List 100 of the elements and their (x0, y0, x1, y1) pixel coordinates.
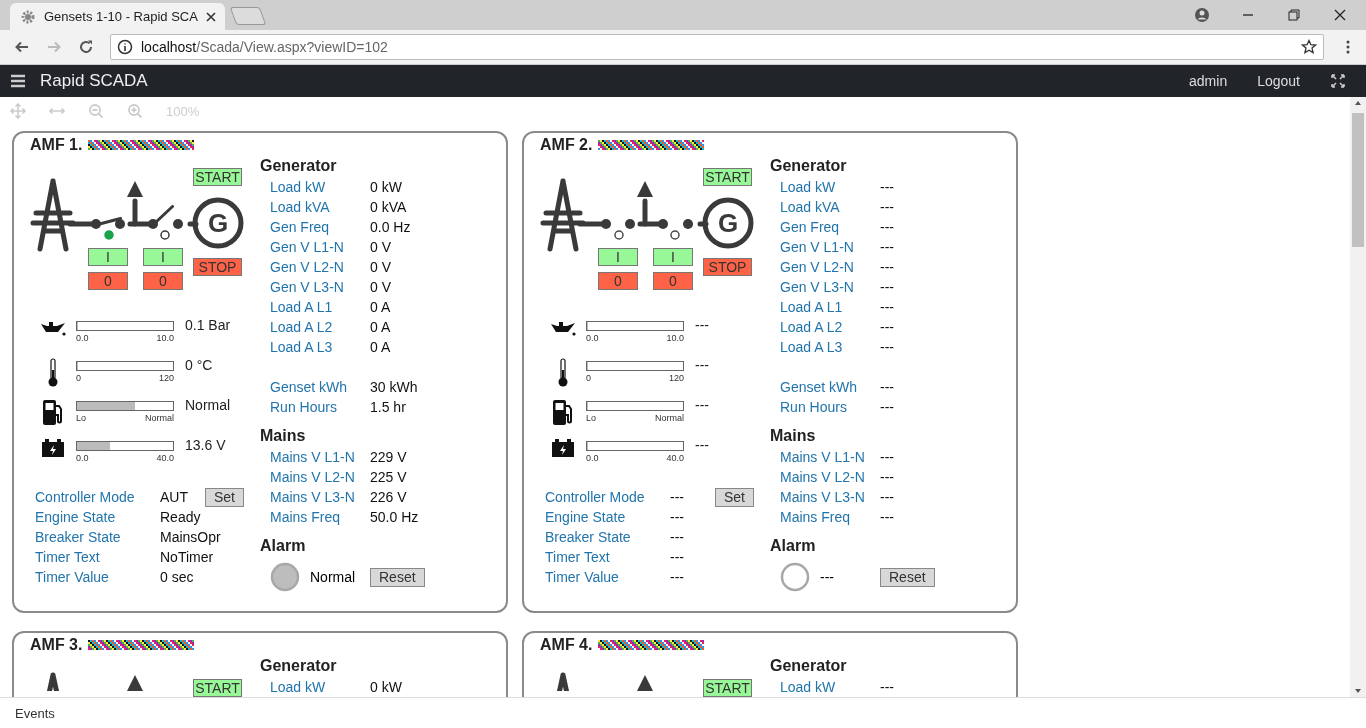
parameter-label: Load kVA (269, 199, 331, 215)
close-icon[interactable] (205, 11, 216, 22)
logout-link[interactable]: Logout (1257, 73, 1300, 89)
parameter-value: 0 kW (370, 179, 402, 195)
stop-button[interactable]: STOP (193, 258, 242, 276)
open-breaker-button[interactable]: 0 (88, 272, 128, 290)
scale-max: 10.0 (666, 333, 684, 343)
field-value: --- (670, 509, 685, 525)
section-heading: Alarm (260, 536, 307, 556)
parameter-value: 0 V (370, 239, 391, 255)
set-button[interactable]: Set (715, 487, 754, 507)
parameter-label: Load kW (779, 179, 837, 195)
scale-max: 10.0 (156, 333, 174, 343)
card-title: AMF 2. (540, 136, 593, 154)
parameter-label: Mains V L2-N (779, 469, 866, 485)
gauge-reading: 0 °C (185, 357, 213, 373)
scale-min: 0 (76, 373, 81, 383)
generator-symbol: G (208, 208, 228, 238)
parameter-label: Load A L1 (779, 299, 844, 315)
parameter-value: 0 V (370, 279, 391, 295)
scale-max: 120 (158, 373, 174, 383)
close-icon[interactable] (1332, 7, 1348, 23)
thermometer-icon (557, 358, 569, 388)
gauge-reading: --- (695, 317, 709, 333)
parameter-value: 225 V (370, 469, 407, 485)
close-breaker-button[interactable]: I (143, 248, 183, 266)
field-label: Engine State (544, 509, 627, 525)
scale-min: 0.0 (76, 333, 89, 343)
parameter-value: 0 A (370, 299, 391, 315)
start-button[interactable]: START (703, 679, 752, 697)
open-breaker-button[interactable]: 0 (653, 272, 693, 290)
field-label: Controller Mode (34, 489, 136, 505)
app-title: Rapid SCADA (40, 71, 148, 91)
field-label: Engine State (34, 509, 117, 525)
account-icon[interactable] (1194, 7, 1210, 23)
parameter-label: Load kVA (779, 199, 841, 215)
parameter-value: 0.0 Hz (370, 219, 411, 235)
field-value: Ready (160, 509, 202, 525)
start-button[interactable]: START (193, 168, 242, 186)
scale-min: 0 (586, 373, 591, 383)
parameter-label: Load kW (269, 179, 327, 195)
gauge-reading: 13.6 V (185, 437, 226, 453)
parameter-label: Gen Freq (779, 219, 841, 235)
parameter-label: Mains V L3-N (779, 489, 866, 505)
section-heading: Mains (260, 426, 307, 446)
field-value: 0 sec (160, 569, 195, 585)
field-label: Breaker State (544, 529, 632, 545)
scale-max: Normal (655, 413, 684, 423)
gauge-reading: 0.1 Bar (185, 317, 231, 333)
parameter-value: 226 V (370, 489, 407, 505)
browser-tab[interactable]: Gensets 1-10 - Rapid SCA (10, 3, 225, 30)
reset-button[interactable]: Reset (880, 567, 935, 587)
scale-max: 40.0 (156, 453, 174, 463)
gauge-reading: Normal (185, 397, 231, 413)
menu-icon[interactable] (10, 73, 26, 89)
battery-icon (551, 438, 575, 458)
scale-min: 0.0 (586, 333, 599, 343)
start-button[interactable]: START (193, 679, 242, 697)
parameter-value: --- (880, 509, 894, 525)
parameter-value: --- (880, 299, 894, 315)
fullscreen-icon[interactable] (1330, 73, 1346, 89)
parameter-label: Load A L3 (269, 339, 334, 355)
parameter-label: Load A L3 (779, 339, 844, 355)
stop-button[interactable]: STOP (703, 258, 752, 276)
close-breaker-button[interactable]: I (653, 248, 693, 266)
close-breaker-button[interactable]: I (598, 248, 638, 266)
parameter-label: Load kW (269, 679, 327, 695)
reset-button[interactable]: Reset (370, 567, 425, 587)
scrollbar-thumb[interactable] (1352, 113, 1364, 247)
star-icon[interactable] (1301, 39, 1317, 55)
parameter-value: --- (880, 279, 894, 295)
scale-max: Normal (145, 413, 174, 423)
thermometer-icon (47, 358, 59, 388)
field-value: --- (670, 569, 685, 585)
scale-min: 0.0 (76, 453, 89, 463)
scrollbar[interactable] (1350, 97, 1366, 697)
field-label: Timer Text (34, 549, 101, 565)
parameter-label: Mains Freq (269, 509, 342, 525)
start-button[interactable]: START (703, 168, 752, 186)
field-label: Breaker State (34, 529, 122, 545)
parameter-value: --- (880, 399, 894, 415)
parameter-label: Run Hours (269, 399, 338, 415)
address-bar[interactable]: localhost/Scada/View.aspx?viewID=102 (110, 34, 1324, 60)
parameter-value: 0 A (370, 339, 391, 355)
parameter-label: Load A L2 (779, 319, 844, 335)
gear-icon (20, 8, 36, 25)
set-button[interactable]: Set (205, 487, 244, 507)
parameter-value: --- (880, 379, 894, 395)
open-breaker-button[interactable]: 0 (598, 272, 638, 290)
alarm-status: Normal (310, 569, 357, 585)
open-breaker-button[interactable]: 0 (143, 272, 183, 290)
user-link[interactable]: admin (1189, 73, 1228, 89)
restore-icon[interactable] (1286, 7, 1302, 23)
info-icon (117, 39, 133, 55)
section-heading: Generator (260, 656, 338, 676)
gauge-reading: --- (695, 357, 709, 373)
reload-icon[interactable] (78, 39, 94, 55)
events-tab[interactable]: Events (15, 705, 55, 721)
close-breaker-button[interactable]: I (88, 248, 128, 266)
back-icon[interactable] (14, 39, 30, 55)
